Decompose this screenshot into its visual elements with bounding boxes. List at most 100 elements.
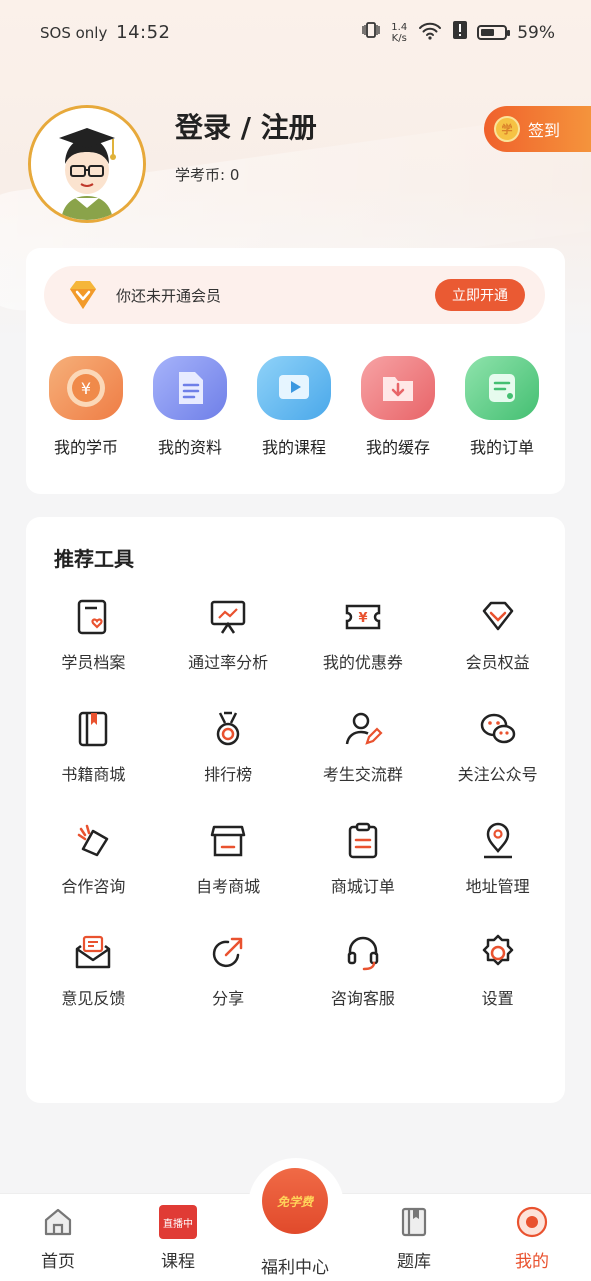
book-icon	[79, 711, 108, 747]
tool-student-profile[interactable]: 学员档案	[26, 597, 161, 709]
nav-courses-label: 课程	[161, 1252, 195, 1272]
diamond-icon	[482, 601, 513, 631]
download-folder-icon	[361, 356, 435, 420]
medal-icon	[216, 711, 240, 746]
tools-row: 书籍商城 排行榜 考生交流群 关注公众号	[26, 709, 565, 821]
nav-questions[interactable]: 题库	[364, 1205, 464, 1272]
avatar[interactable]	[28, 105, 146, 223]
quick-my-courses[interactable]: 我的课程	[242, 356, 346, 458]
nav-welfare-label[interactable]: 福利中心	[245, 1253, 345, 1278]
signin-button[interactable]: 学 签到	[484, 106, 591, 152]
location-icon	[483, 822, 512, 859]
nav-mine[interactable]: 我的	[482, 1205, 582, 1272]
login-register-link[interactable]: 登录 / 注册	[175, 106, 317, 146]
vip-diamond-icon	[70, 281, 96, 309]
quick-label: 我的资料	[157, 438, 222, 457]
tool-label: 通过率分析	[188, 653, 269, 672]
battery-icon	[477, 25, 511, 40]
live-icon: 直播中	[159, 1205, 197, 1239]
coupon-icon: ¥	[345, 604, 381, 630]
tool-self-study-store[interactable]: 自考商城	[161, 821, 296, 933]
net-speed-unit: K/s	[391, 32, 407, 44]
tools-row: 合作咨询 自考商城 商城订单 地址管理	[26, 821, 565, 933]
question-bank-icon	[401, 1207, 427, 1237]
gear-icon	[482, 934, 513, 966]
tool-label: 自考商城	[196, 877, 261, 896]
tool-label: 地址管理	[465, 877, 530, 896]
tool-customer-service[interactable]: 咨询客服	[296, 933, 431, 1045]
signin-coin-icon: 学	[494, 116, 520, 142]
tool-label: 咨询客服	[330, 989, 395, 1008]
tools-title: 推荐工具	[54, 547, 134, 571]
welfare-center-button[interactable]: 免学费	[262, 1168, 328, 1234]
headset-icon	[347, 936, 379, 971]
tool-exam-group[interactable]: 考生交流群	[296, 709, 431, 821]
battery-percent: 59%	[517, 22, 555, 43]
handshake-icon	[78, 824, 109, 857]
clock: 14:52	[116, 22, 171, 43]
document-icon	[153, 356, 227, 420]
chart-board-icon	[210, 600, 246, 634]
quick-label: 我的学币	[53, 438, 118, 457]
mine-icon	[516, 1206, 548, 1238]
user-edit-icon	[345, 712, 383, 745]
share-icon	[212, 937, 243, 968]
carrier-text: SOS only	[40, 24, 108, 42]
tools-grid: 学员档案 通过率分析 ¥ 我的优惠券 会员权益 书籍商城 排行榜 考生交流群 关…	[26, 597, 565, 1045]
quick-my-coins[interactable]: ¥ 我的学币	[34, 356, 138, 458]
quick-my-orders[interactable]: 我的订单	[450, 356, 554, 458]
member-card: 你还未开通会员 立即开通 ¥ 我的学币 我的资料 我的课程 我的缓存 我的订单	[26, 248, 565, 494]
tool-leaderboard[interactable]: 排行榜	[161, 709, 296, 821]
tool-feedback[interactable]: 意见反馈	[26, 933, 161, 1045]
tool-label: 书籍商城	[61, 765, 126, 784]
feedback-icon	[76, 935, 111, 969]
quick-my-cache[interactable]: 我的缓存	[346, 356, 450, 458]
tool-cooperation[interactable]: 合作咨询	[26, 821, 161, 933]
tool-label: 排行榜	[204, 765, 253, 784]
tool-label: 分享	[212, 989, 245, 1008]
alert-icon	[453, 21, 468, 44]
tool-label: 意见反馈	[61, 989, 126, 1008]
store-icon	[210, 825, 246, 857]
tool-bookstore[interactable]: 书籍商城	[26, 709, 161, 821]
nav-mine-label: 我的	[515, 1252, 549, 1272]
tools-row: 学员档案 通过率分析 ¥ 我的优惠券 会员权益	[26, 597, 565, 709]
avatar-illustration	[31, 108, 143, 220]
tools-card: 推荐工具 学员档案 通过率分析 ¥ 我的优惠券 会员权益 书籍商城 排行榜 考生…	[26, 517, 565, 1103]
tool-follow-official[interactable]: 关注公众号	[430, 709, 565, 821]
vip-status-text: 你还未开通会员	[116, 286, 222, 305]
quick-my-materials[interactable]: 我的资料	[138, 356, 242, 458]
tool-member-benefits[interactable]: 会员权益	[430, 597, 565, 709]
tool-label: 会员权益	[465, 653, 530, 672]
quick-label: 我的订单	[469, 438, 534, 457]
wifi-icon	[417, 20, 443, 45]
tool-label: 设置	[481, 989, 514, 1008]
status-bar: SOS only 14:52 1.4 K/s 59%	[0, 0, 591, 66]
coin-icon: ¥	[49, 356, 123, 420]
clipboard-icon	[348, 822, 378, 859]
status-left: SOS only 14:52	[40, 22, 171, 43]
tool-label: 我的优惠券	[322, 653, 403, 672]
tool-address[interactable]: 地址管理	[430, 821, 565, 933]
coin-balance: 学考币: 0	[175, 166, 240, 184]
nav-courses[interactable]: 直播中 课程	[128, 1205, 228, 1272]
tool-coupons[interactable]: ¥ 我的优惠券	[296, 597, 431, 709]
profile-card-icon	[78, 599, 107, 635]
svg-text:¥: ¥	[81, 379, 91, 398]
tool-label: 合作咨询	[61, 877, 126, 896]
quick-actions: ¥ 我的学币 我的资料 我的课程 我的缓存 我的订单	[26, 356, 565, 458]
svg-text:¥: ¥	[358, 611, 367, 626]
tool-label: 商城订单	[330, 877, 395, 896]
tool-label: 关注公众号	[457, 765, 538, 784]
net-speed: 1.4 K/s	[391, 22, 407, 44]
vibrate-icon	[361, 20, 381, 45]
vip-banner[interactable]: 你还未开通会员 立即开通	[44, 266, 545, 324]
open-vip-button[interactable]: 立即开通	[435, 279, 525, 311]
nav-home[interactable]: 首页	[8, 1205, 108, 1272]
signin-label: 签到	[528, 121, 561, 140]
tool-share[interactable]: 分享	[161, 933, 296, 1045]
tool-settings[interactable]: 设置	[430, 933, 565, 1045]
tool-store-orders[interactable]: 商城订单	[296, 821, 431, 933]
battery-fill	[481, 29, 495, 36]
tool-pass-rate[interactable]: 通过率分析	[161, 597, 296, 709]
